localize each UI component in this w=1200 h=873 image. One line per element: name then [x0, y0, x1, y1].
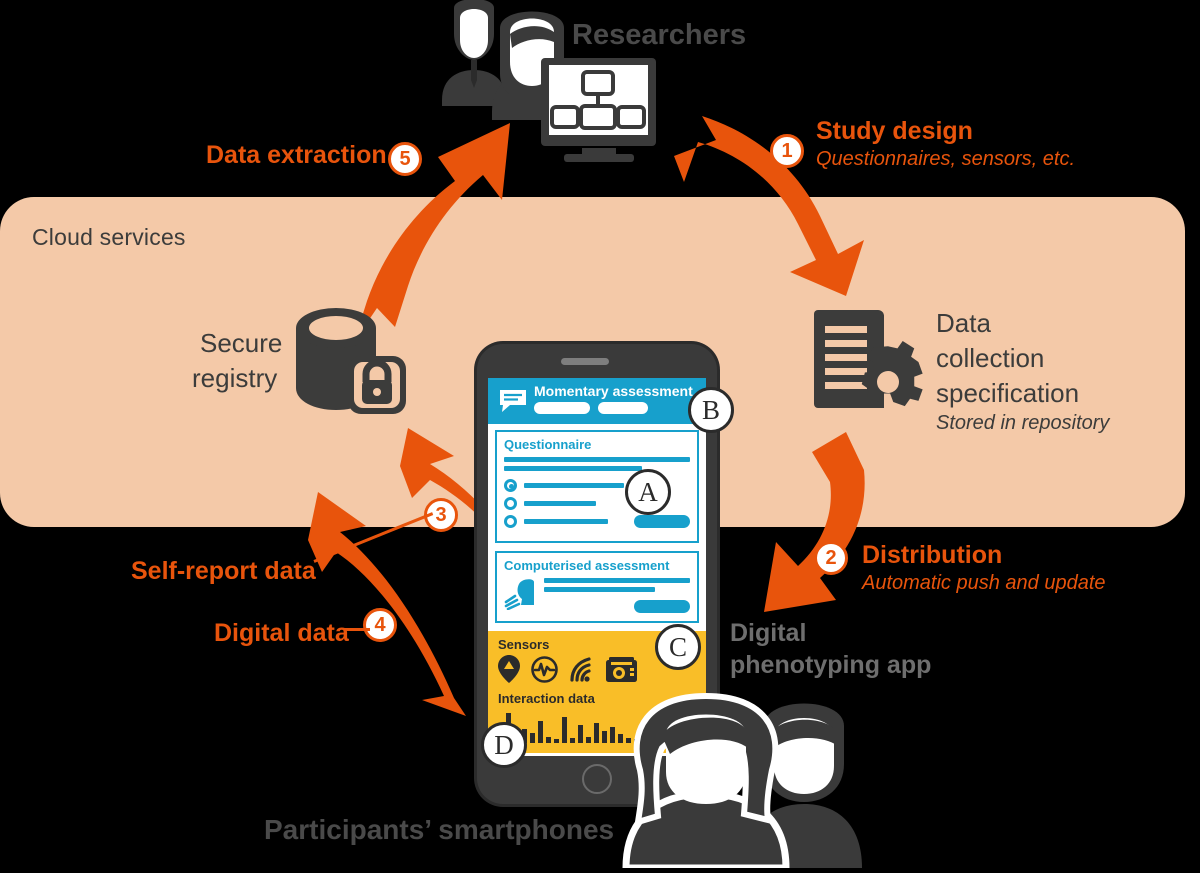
data-collection-line1: Data [936, 308, 991, 338]
arrow-2-distribution [764, 432, 865, 612]
radio-icon[interactable] [504, 497, 517, 510]
wifi-signal-icon [570, 656, 591, 682]
marker-a: A [625, 469, 671, 515]
location-pin-icon [498, 655, 520, 683]
phenotyping-app-label-line1: Digital [730, 619, 807, 647]
radio-icon[interactable] [504, 515, 517, 528]
step-1-badge: 1 [770, 134, 804, 168]
interaction-bar [554, 739, 559, 743]
step-5-label: Data extraction [206, 141, 387, 169]
interaction-bar [610, 727, 615, 743]
participants-smartphones-label: Participants’ smartphones [264, 814, 615, 845]
data-collection-line2: collection [936, 343, 1045, 373]
marker-b: B [688, 387, 734, 433]
step-2-badge: 2 [814, 541, 848, 575]
step-3-label: Self-report data [131, 557, 316, 585]
data-collection-line3: specification [936, 378, 1080, 408]
participants-icon [618, 690, 883, 872]
phenotyping-app-label-line2: phenotyping app [730, 651, 932, 679]
text-line [544, 587, 655, 592]
text-line [544, 578, 690, 583]
computerised-assessment-title: Computerised assessment [504, 558, 670, 573]
phone-speaker [561, 358, 609, 365]
interaction-bar [594, 723, 599, 743]
step-2-subtitle: Automatic push and update [862, 572, 1106, 594]
arrow-4-digital-data [308, 492, 466, 716]
start-button[interactable] [634, 600, 690, 613]
interaction-bar [530, 733, 535, 743]
option-label [524, 501, 596, 506]
option-label [524, 519, 608, 524]
marker-c: C [655, 624, 701, 670]
step-4-badge: 4 [363, 608, 397, 642]
interaction-bar [562, 717, 567, 743]
secure-registry-line1: Secure [200, 328, 283, 358]
text-line [504, 466, 642, 471]
computerised-assessment-card[interactable]: Computerised assessment [495, 551, 699, 623]
submit-button[interactable] [634, 515, 690, 528]
text-line [504, 457, 690, 462]
data-collection-subtitle: Stored in repository [936, 412, 1110, 434]
step-1-title: Study design [816, 117, 973, 145]
step-5-badge: 5 [388, 142, 422, 176]
home-button[interactable] [582, 764, 612, 794]
cloud-services-label: Cloud services [32, 224, 186, 250]
diagram-canvas: Cloud services Researchers Data extracti… [0, 0, 1200, 872]
app-header-title: Momentary assessment [534, 383, 693, 399]
database-lock-icon [296, 308, 406, 414]
camera-icon [606, 656, 637, 682]
step-2-title: Distribution [862, 541, 1003, 569]
chat-bubble-icon [500, 390, 526, 412]
app-header[interactable]: Momentary assessment [488, 378, 706, 424]
interaction-bar [586, 737, 591, 743]
radio-option-3[interactable] [504, 515, 690, 528]
interaction-bar [570, 738, 575, 743]
header-pill-2[interactable] [598, 402, 648, 414]
interaction-bar [538, 721, 543, 743]
activity-pulse-icon [531, 655, 558, 683]
interaction-bar [546, 737, 551, 743]
secure-registry-line2: registry [192, 363, 278, 393]
researchers-label: Researchers [572, 19, 747, 51]
marker-d: D [481, 722, 527, 768]
step-4-connector [344, 628, 370, 631]
radio-icon[interactable] [504, 479, 517, 492]
document-gear-icon [814, 310, 923, 408]
option-label [524, 483, 624, 488]
questionnaire-title: Questionnaire [504, 437, 592, 452]
header-pill-1[interactable] [534, 402, 590, 414]
step-1-subtitle: Questionnaires, sensors, etc. [816, 148, 1076, 170]
interaction-bar [578, 725, 583, 743]
speaking-head-icon [504, 579, 534, 610]
step-4-label: Digital data [214, 619, 349, 647]
interaction-bar [602, 731, 607, 743]
